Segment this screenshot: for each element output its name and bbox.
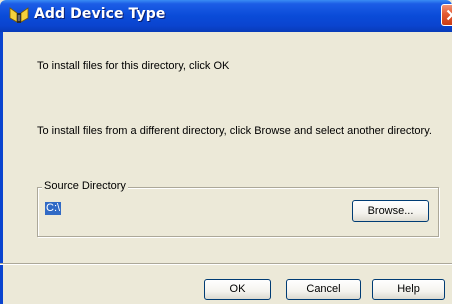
device-type-icon — [8, 6, 30, 26]
title-bar[interactable]: Add Device Type — [0, 0, 452, 32]
source-directory-path[interactable]: C:\ — [45, 202, 62, 215]
instruction-browse: To install files from a different direct… — [37, 125, 432, 137]
browse-button[interactable]: Browse... — [352, 200, 429, 222]
dialog-title: Add Device Type — [34, 6, 166, 22]
close-button[interactable] — [441, 4, 452, 26]
help-button[interactable]: Help — [372, 279, 445, 300]
cancel-button[interactable]: Cancel — [286, 279, 361, 300]
instruction-ok: To install files for this directory, cli… — [37, 60, 230, 72]
source-directory-label: Source Directory — [42, 180, 128, 192]
ok-button[interactable]: OK — [204, 279, 271, 300]
add-device-type-dialog: Add Device Type To install files for thi… — [0, 0, 452, 304]
button-separator — [0, 263, 452, 265]
